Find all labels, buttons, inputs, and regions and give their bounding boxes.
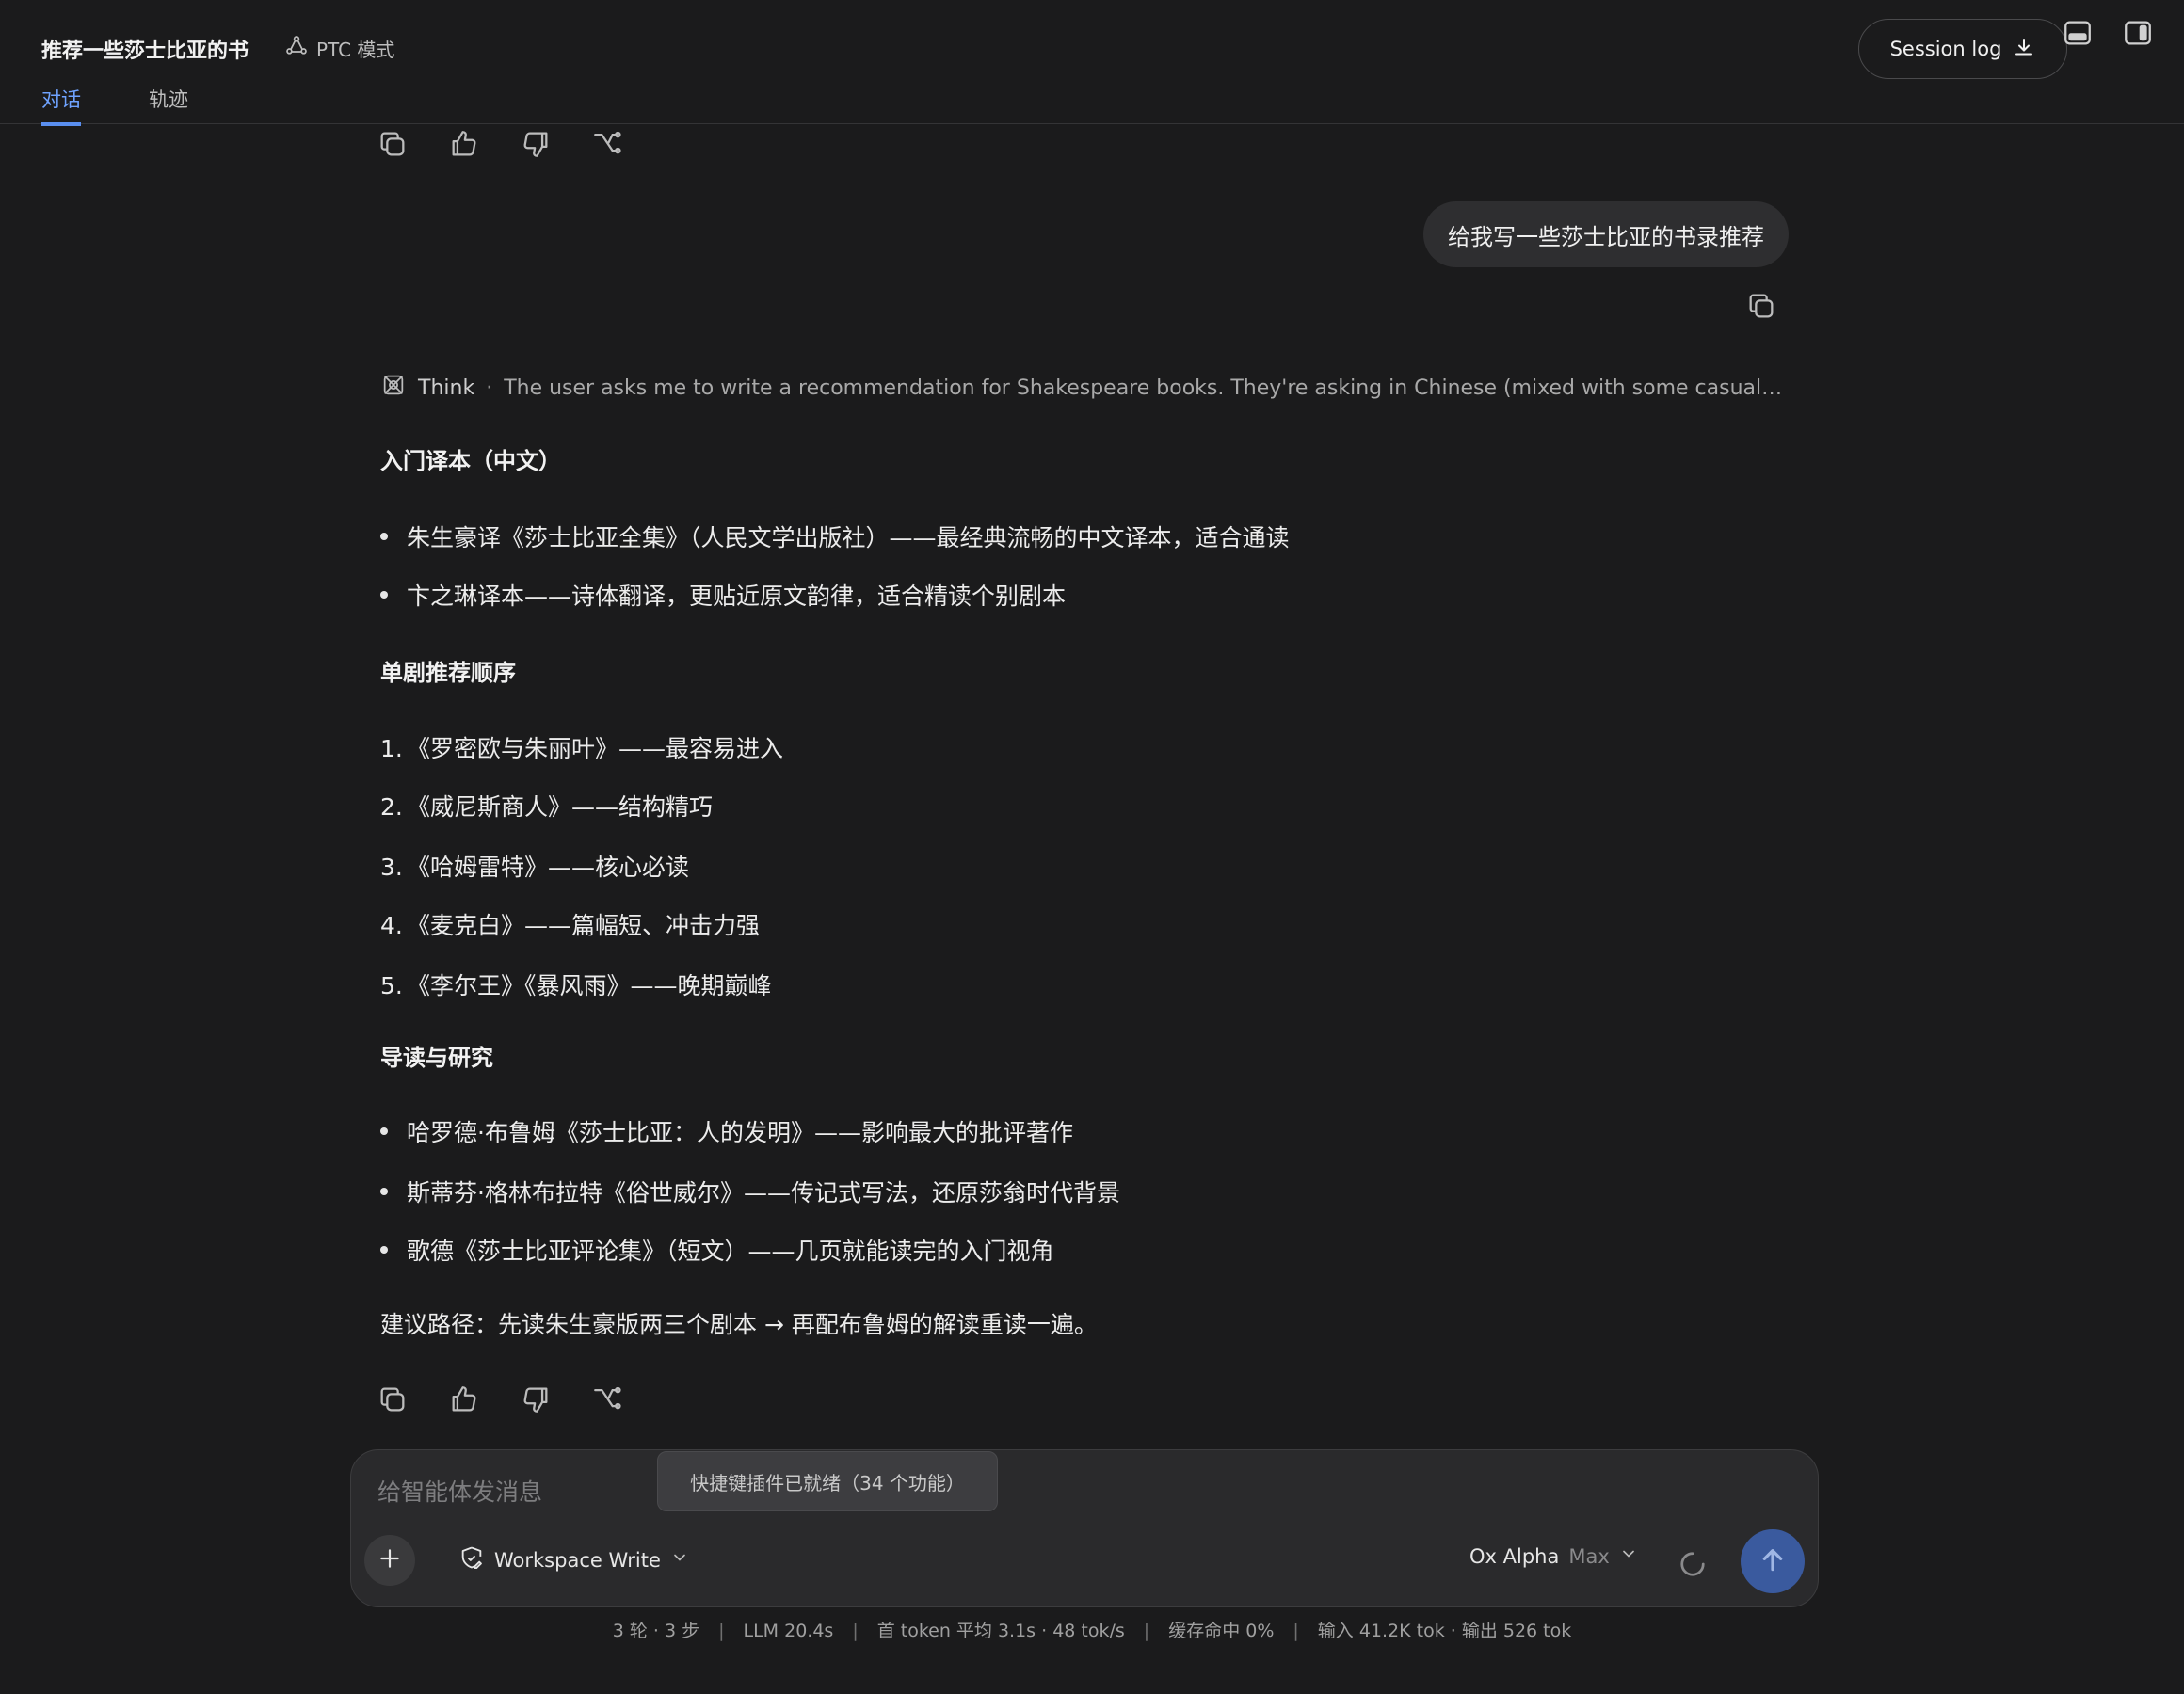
- copy-icon[interactable]: [377, 1383, 409, 1415]
- list-item: 哈罗德·布鲁姆《莎士比亚：人的发明》——影响最大的批评著作: [380, 1114, 1073, 1148]
- model-selector[interactable]: Ox Alpha Max: [1469, 1544, 1638, 1568]
- list-item: 3. 《哈姆雷特》——核心必读: [380, 854, 690, 881]
- message-composer: Workspace Write Ox Alpha Max: [350, 1449, 1819, 1607]
- list-item: 歌德《莎士比亚评论集》（短文）——几页就能读完的入门视角: [380, 1233, 1054, 1267]
- page-title: 推荐一些莎士比亚的书: [41, 40, 249, 63]
- list-item: 2. 《威尼斯商人》——结构精巧: [380, 793, 714, 821]
- list-item: 朱生豪译《莎士比亚全集》（人民文学出版社）——最经典流畅的中文译本，适合通读: [380, 519, 1290, 553]
- message-actions: [377, 1383, 623, 1415]
- plus-icon: [377, 1546, 402, 1574]
- stat-io: 输入 41.2K tok · 输出 526 tok: [1317, 1621, 1572, 1641]
- model-tier: Max: [1568, 1544, 1610, 1568]
- user-message-text: 给我写一些莎士比亚的书录推荐: [1448, 223, 1764, 250]
- section-heading: 单剧推荐顺序: [380, 660, 516, 686]
- copy-icon[interactable]: [1745, 290, 1777, 322]
- session-log-label: Session log: [1889, 38, 2002, 60]
- stat-llm-time: LLM 20.4s: [743, 1621, 834, 1641]
- ptc-mode-indicator[interactable]: PTC 模式: [284, 34, 394, 63]
- thumbs-down-icon[interactable]: [520, 128, 552, 160]
- stat-first-token: 首 token 平均 3.1s · 48 tok/s: [876, 1621, 1125, 1641]
- thumbs-down-icon[interactable]: [520, 1383, 552, 1415]
- shield-edit-icon: [458, 1544, 485, 1575]
- chevron-down-icon: [1619, 1544, 1638, 1568]
- section-heading: 导读与研究: [380, 1045, 493, 1071]
- permission-label: Workspace Write: [494, 1548, 661, 1572]
- stat-rounds: 3 轮 · 3 步: [612, 1621, 700, 1641]
- model-name: Ox Alpha: [1469, 1544, 1560, 1568]
- panel-right-icon[interactable]: [2122, 17, 2154, 49]
- think-text: The user asks me to write a recommendati…: [504, 376, 1783, 400]
- think-label: Think: [418, 376, 475, 400]
- user-message-bubble: 给我写一些莎士比亚的书录推荐: [1423, 201, 1789, 267]
- arrow-up-icon: [1758, 1544, 1788, 1578]
- think-summary[interactable]: Think · The user asks me to write a reco…: [380, 371, 1783, 405]
- download-icon: [2013, 36, 2035, 63]
- list-item: 卞之琳译本——诗体翻译，更贴近原文韵律，适合精读个别剧本: [380, 578, 1066, 612]
- think-separator: ·: [486, 376, 493, 400]
- chevron-down-icon: [670, 1548, 689, 1572]
- tab-trace[interactable]: 轨迹: [149, 85, 188, 122]
- top-header: 推荐一些莎士比亚的书 PTC 模式 对话 轨迹 Session log: [0, 0, 2184, 126]
- conclusion-text: 建议路径：先读朱生豪版两三个剧本 → 再配布鲁姆的解读重读一遍。: [380, 1311, 1098, 1338]
- permission-selector[interactable]: Workspace Write: [458, 1544, 689, 1575]
- session-log-button[interactable]: Session log: [1858, 19, 2067, 79]
- branch-icon[interactable]: [591, 128, 623, 160]
- copy-icon[interactable]: [377, 128, 409, 160]
- session-stats: 3 轮 · 3 步 | LLM 20.4s | 首 token 平均 3.1s · 48…: [612, 1621, 1572, 1641]
- add-attachment-button[interactable]: [364, 1535, 415, 1586]
- panel-bottom-icon[interactable]: [2062, 17, 2094, 49]
- section-heading: 入门译本（中文）: [380, 448, 561, 474]
- think-icon: [380, 372, 407, 404]
- ptc-mode-label: PTC 模式: [316, 39, 395, 61]
- stat-cache: 缓存命中 0%: [1168, 1621, 1275, 1641]
- ptc-mode-icon: [284, 34, 309, 63]
- shortcut-plugin-toast: 快捷键插件已就绪（34 个功能）: [657, 1451, 998, 1511]
- send-button[interactable]: [1741, 1529, 1805, 1593]
- branch-icon[interactable]: [591, 1383, 623, 1415]
- message-actions-previous: [377, 128, 623, 160]
- list-item: 4. 《麦克白》——篇幅短、冲击力强: [380, 912, 761, 939]
- list-item: 斯蒂芬·格林布拉特《俗世威尔》——传记式写法，还原莎翁时代背景: [380, 1175, 1120, 1208]
- thumbs-up-icon[interactable]: [448, 128, 480, 160]
- tab-chat[interactable]: 对话: [41, 85, 81, 126]
- list-item: 1. 《罗密欧与朱丽叶》——最容易进入: [380, 735, 784, 762]
- list-item: 5. 《李尔王》《暴风雨》——晚期巅峰: [380, 972, 772, 999]
- loading-spinner-icon: [1678, 1550, 1707, 1578]
- thumbs-up-icon[interactable]: [448, 1383, 480, 1415]
